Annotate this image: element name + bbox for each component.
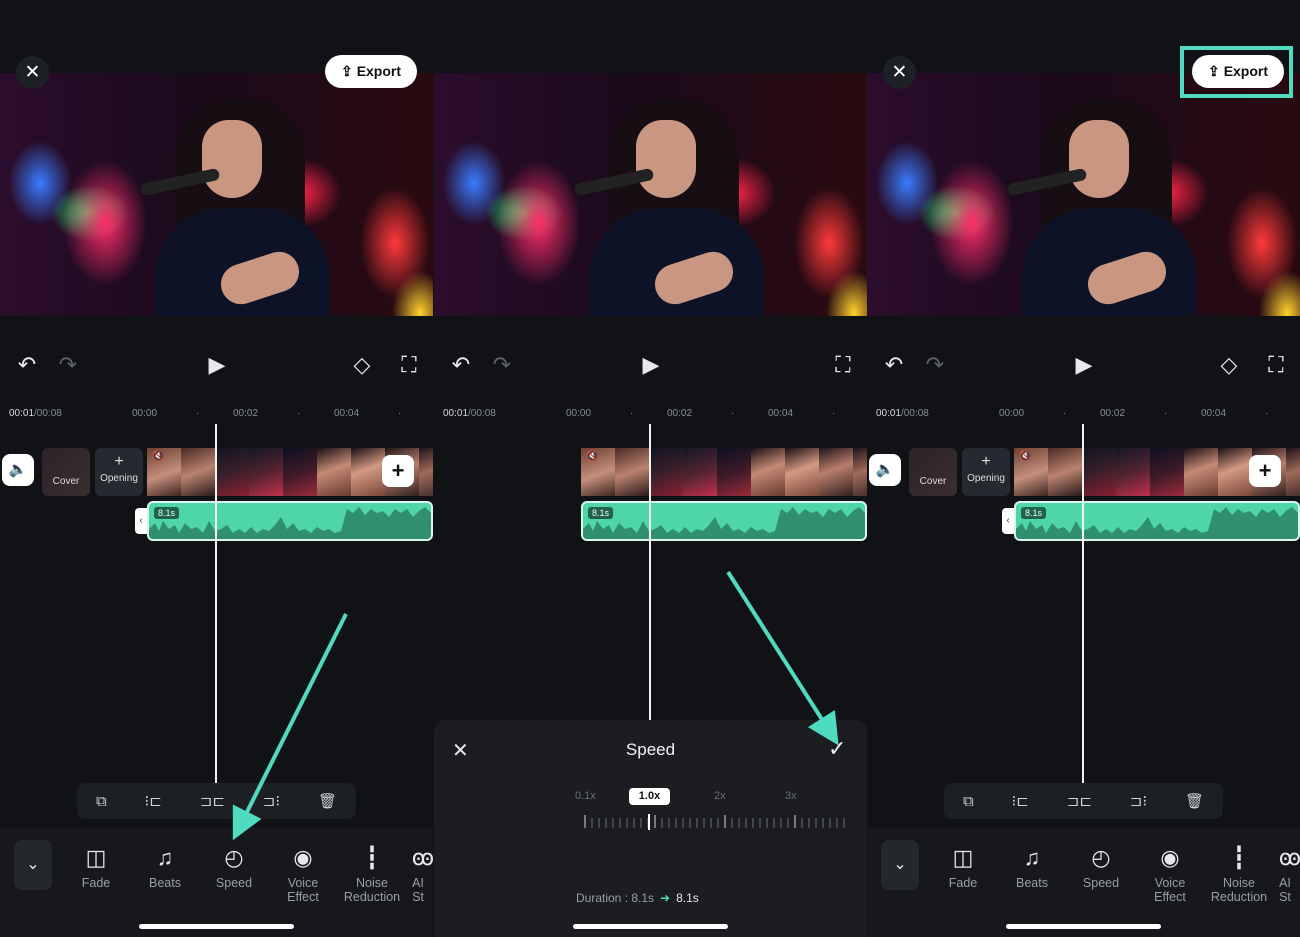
tutorial-arrows xyxy=(232,570,839,841)
arrow-to-speed xyxy=(232,613,348,841)
arrow-to-confirm xyxy=(726,570,839,746)
